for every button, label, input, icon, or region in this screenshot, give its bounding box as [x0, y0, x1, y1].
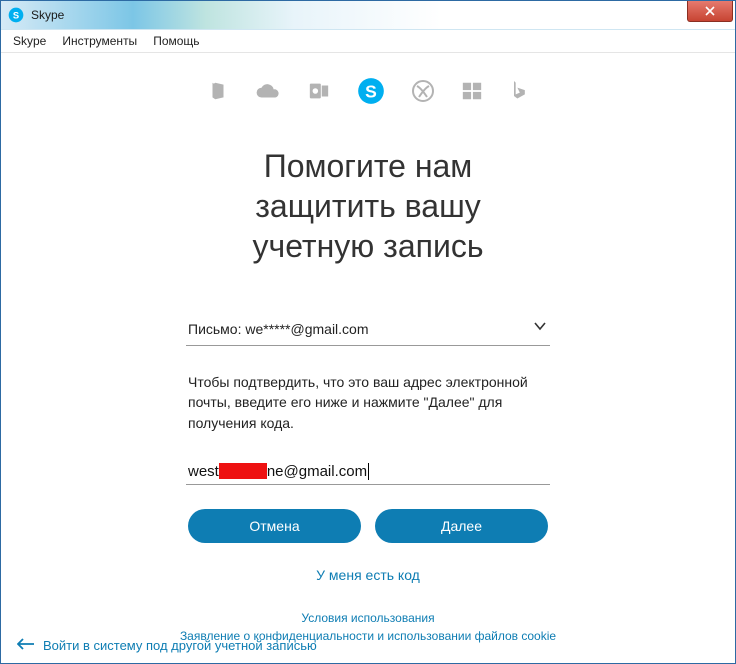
- onedrive-icon: [255, 80, 281, 107]
- skype-service-icon: S: [357, 77, 385, 110]
- heading-line-1: Помогите нам: [3, 146, 733, 186]
- instruction-text: Чтобы подтвердить, что это ваш адрес эле…: [188, 372, 548, 433]
- xbox-icon: [411, 79, 435, 108]
- terms-link[interactable]: Условия использования: [3, 611, 733, 625]
- office-icon: [207, 80, 229, 107]
- window-title: Skype: [31, 8, 64, 22]
- button-row: Отмена Далее: [188, 509, 548, 543]
- cancel-button[interactable]: Отмена: [188, 509, 361, 543]
- heading-line-2: защитить вашу: [3, 186, 733, 226]
- outlook-icon: [307, 80, 331, 107]
- heading-line-3: учетную запись: [3, 226, 733, 266]
- svg-text:S: S: [365, 81, 377, 101]
- skype-icon: S: [7, 6, 25, 24]
- svg-text:S: S: [13, 10, 19, 20]
- close-button[interactable]: [687, 1, 733, 22]
- have-code-link[interactable]: У меня есть код: [3, 567, 733, 583]
- email-prefix: west: [188, 463, 219, 480]
- services-icon-row: S: [3, 77, 733, 110]
- arrow-left-icon: [17, 638, 35, 653]
- email-redacted: [219, 463, 267, 479]
- text-caret: [368, 463, 369, 480]
- verification-method-dropdown[interactable]: Письмо: we*****@gmail.com: [186, 314, 550, 346]
- other-account-link[interactable]: Войти в систему под другой учетной запис…: [17, 638, 317, 653]
- next-button[interactable]: Далее: [375, 509, 548, 543]
- page-heading: Помогите нам защитить вашу учетную запис…: [3, 146, 733, 266]
- menu-bar: Skype Инструменты Помощь: [1, 30, 735, 53]
- bing-icon: [509, 79, 529, 108]
- menu-skype[interactable]: Skype: [5, 32, 54, 50]
- menu-help[interactable]: Помощь: [145, 32, 207, 50]
- email-input[interactable]: west ne@gmail.com: [186, 461, 550, 485]
- title-bar: S Skype: [1, 1, 735, 30]
- email-suffix: ne@gmail.com: [267, 463, 367, 480]
- windows-icon: [461, 80, 483, 107]
- menu-tools[interactable]: Инструменты: [54, 32, 145, 50]
- dropdown-label: Письмо: we*****@gmail.com: [188, 321, 369, 337]
- other-account-label: Войти в систему под другой учетной запис…: [43, 638, 317, 653]
- chevron-down-icon: [532, 318, 548, 339]
